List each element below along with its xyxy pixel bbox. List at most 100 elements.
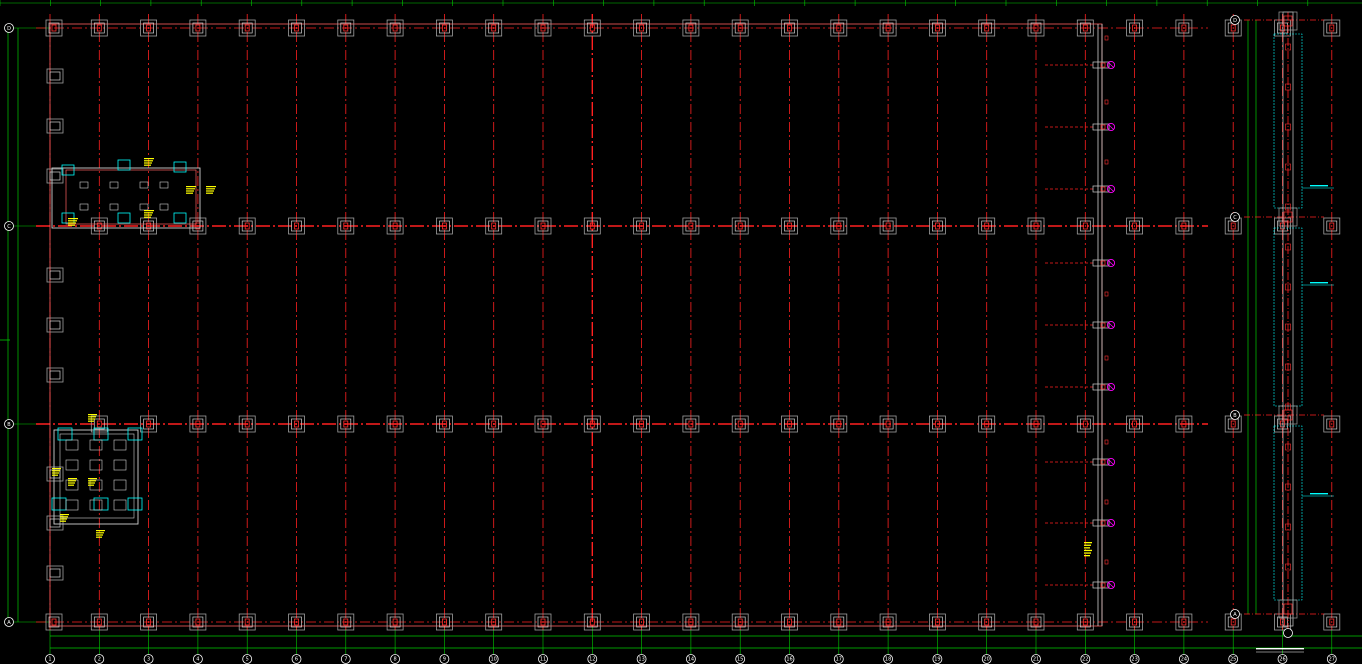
wall-footing	[46, 267, 64, 283]
column-bubble-label: 10	[491, 657, 497, 663]
wall-footing	[46, 68, 64, 84]
wall-bracket	[1045, 320, 1116, 330]
column-bubble-label: 6	[295, 657, 298, 663]
side-column-bubble	[1283, 628, 1293, 638]
column-bubble-label: 9	[443, 657, 446, 663]
detail-note-lower	[60, 516, 68, 518]
column-bubble-label: 8	[394, 657, 397, 663]
left-wall-footings	[46, 68, 64, 581]
east-wall-tie	[1104, 99, 1109, 105]
column-bubble-label: 5	[246, 657, 249, 663]
detail-note-upper	[68, 224, 75, 226]
column-bubble-21: 21	[1031, 654, 1041, 664]
wall-footing	[46, 317, 64, 333]
detail-note-lower	[88, 480, 96, 482]
side-row-bubble-A: A	[1230, 609, 1240, 619]
detail-note-upper	[206, 190, 214, 192]
detail-note-lower	[88, 482, 95, 484]
building-outline	[49, 23, 1103, 627]
wall-footing-outline	[46, 565, 64, 581]
column-bubble-9: 9	[439, 654, 450, 664]
detail-note-upper	[144, 158, 154, 160]
column-bubble-label: 23	[1131, 657, 1137, 663]
detail-cap-upper	[117, 159, 131, 171]
column-bubble-10: 10	[488, 654, 499, 664]
wall-footing	[46, 367, 64, 383]
detail-pile-upper	[159, 181, 169, 189]
detail-note-upper	[206, 186, 216, 188]
wall-bracket	[1045, 60, 1116, 70]
column-bubble-26: 26	[1277, 654, 1288, 664]
wall-footing-pedestal	[49, 71, 61, 81]
column-bubble-25: 25	[1228, 654, 1239, 664]
detail-note-lower	[60, 518, 67, 520]
detail-note-east	[1084, 549, 1092, 552]
detail-note-upper	[144, 214, 152, 216]
column-bubble-label: 20	[984, 657, 990, 663]
row-bubble-label: D	[7, 26, 11, 32]
column-bubble-5: 5	[242, 654, 253, 664]
detail-note-upper	[144, 164, 151, 166]
detail-note-lower	[60, 520, 66, 522]
wall-footing-pedestal	[49, 320, 61, 330]
column-bubble-label: 27	[1329, 657, 1335, 663]
detail-note-upper	[68, 218, 78, 220]
east-wall-tie	[1104, 35, 1109, 41]
side-row-bubble-label: B	[1233, 413, 1237, 419]
wall-footing-outline	[46, 118, 64, 134]
column-bubble-label: 18	[885, 657, 891, 663]
detail-note-upper	[68, 222, 76, 224]
side-row-bubble-C: C	[1230, 212, 1240, 222]
column-bubble-3: 3	[143, 654, 154, 664]
detail-pile-lower	[113, 459, 127, 471]
column-bubble-17: 17	[833, 654, 844, 664]
column-footings	[45, 19, 1341, 631]
column-bubble-8: 8	[390, 654, 401, 664]
detail-pile-lower	[89, 459, 103, 471]
column-bubble-label: 12	[589, 657, 595, 663]
wall-footing-outline	[46, 267, 64, 283]
wall-footing-pedestal	[49, 370, 61, 380]
detail-pile-upper	[139, 203, 149, 211]
detail-pile-upper	[159, 203, 169, 211]
column-bubble-label: 15	[737, 657, 743, 663]
detail-note-lower	[68, 482, 75, 484]
column-bubble-label: 13	[638, 657, 644, 663]
row-bubble-D: D	[4, 23, 14, 33]
detail-note-upper	[186, 188, 195, 190]
column-bubble-label: 16	[786, 657, 792, 663]
east-wall-brackets	[1045, 35, 1116, 590]
detail-note-lower	[88, 484, 94, 486]
column-bubble-label: 26	[1279, 657, 1285, 663]
detail-note-east	[1084, 552, 1091, 554]
column-bubble-6: 6	[291, 654, 302, 664]
detail-note-upper	[144, 216, 151, 218]
east-wall-tie	[1104, 439, 1109, 445]
side-row-bubble-B: B	[1230, 410, 1240, 420]
detail-note-lower	[52, 474, 58, 476]
wall-outline	[49, 23, 1103, 627]
column-bubble-label: 14	[688, 657, 694, 663]
detail-note-lower	[88, 418, 95, 420]
detail-note-lower	[96, 532, 104, 534]
wall-footing-outline	[46, 168, 64, 184]
wall-footing	[46, 168, 64, 184]
column-bubble-18: 18	[883, 654, 893, 664]
side-title-text	[1256, 648, 1304, 650]
detail-note-lower	[88, 420, 94, 422]
column-bubble-11: 11	[538, 654, 548, 664]
east-wall-tie	[1104, 291, 1109, 297]
detail-pile-lower	[113, 439, 127, 451]
detail-note-east	[1084, 544, 1091, 546]
wall-footing-outline	[46, 367, 64, 383]
row-bubble-label: B	[7, 422, 11, 428]
column-bubble-2: 2	[94, 654, 105, 664]
column-bubble-label: 3	[147, 657, 150, 663]
row-bubble-C: C	[4, 221, 14, 231]
wall-footing-pedestal	[49, 270, 61, 280]
detail-note-lower	[88, 414, 97, 416]
column-bubble-13: 13	[636, 654, 647, 664]
column-bubble-label: 4	[196, 657, 199, 663]
detail-pile-lower	[65, 439, 79, 451]
side-note-cyan	[1310, 185, 1328, 187]
